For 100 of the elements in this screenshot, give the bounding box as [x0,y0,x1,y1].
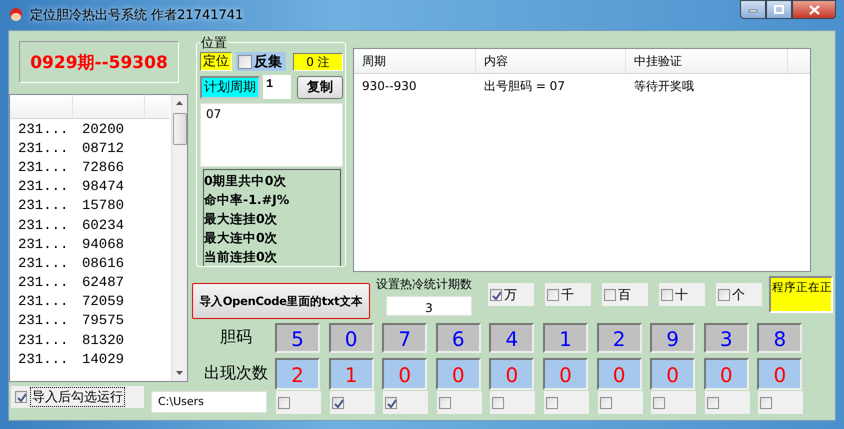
stat-text: 命中率-1.#J% [204,191,290,209]
period-cell-text: 231... [18,160,70,176]
count-cell: 0 [650,358,696,390]
table-cell-text: 出号胆码 = 07 [483,78,566,94]
code-label: 胆码 [219,327,253,348]
period-cell-text: 231... [18,179,70,196]
count-cell: 0 [704,358,749,390]
close-button[interactable] [792,0,836,19]
periods-label: 设置热冷统计期数 [376,276,472,293]
mode-label: 定位 [200,52,232,71]
code-cell: 6 [436,322,481,352]
output-textbox[interactable]: 07 [200,103,343,167]
number-cell: 08712 [82,140,124,157]
select-checkbox[interactable] [704,391,750,414]
app-icon [8,7,24,23]
scrollbar[interactable] [171,95,187,381]
period-cell-text: 231... [18,218,70,234]
period-cell-text: 231... [18,140,70,157]
path-field[interactable]: C:\Users [151,391,267,413]
select-checkbox[interactable] [490,391,536,414]
number-cell: 98474 [82,179,124,196]
select-checkbox[interactable] [598,391,643,414]
minimize-button[interactable] [740,0,766,19]
column-header[interactable]: 中挂验证 [626,49,788,73]
position-checkbox[interactable]: 个 [716,283,762,306]
position-checkbox[interactable]: 千 [545,283,591,306]
check-icon [491,290,501,300]
stat-text: 最大连挂0次 [204,210,279,228]
code-cell: 1 [542,322,588,352]
number-cell: 72866 [82,160,124,176]
position-checkbox[interactable]: 万 [488,283,534,306]
history-list[interactable]: 231... 20200 231... 08712 231... 72866 231... 98474 231... 15780 231... 60234 231... 94068 231... 08616 231... 62487 231... 72059 231... 79575 231... 81320 231... 14029 [9,94,188,382]
scroll-down-icon[interactable] [176,371,183,375]
number-cell: 15780 [82,198,124,214]
number-cell: 81320 [82,332,124,349]
period-cell-text: 231... [18,256,70,272]
count-cell: 1 [328,358,374,390]
number-cell: 62487 [82,275,124,292]
table-cell-text: 等待开奖哦 [633,78,695,94]
select-checkbox[interactable] [758,391,804,414]
code-cell: 8 [757,322,802,352]
check-icon [386,398,396,408]
number-cell: 94068 [82,236,124,253]
count-label: 出现次数 [203,363,269,384]
select-checkbox[interactable] [651,391,696,414]
position-checkbox[interactable]: 百 [602,283,648,306]
column-header[interactable]: 周期 [354,49,476,73]
table-cell-text: 930--930 [361,79,418,93]
number-cell: 08616 [82,256,124,272]
check-icon [16,392,26,402]
count-cell: 0 [542,358,588,390]
count-cell: 0 [596,358,642,390]
reverse-checkbox[interactable]: 反集 [236,52,286,71]
code-cell: 5 [275,322,320,352]
select-checkbox[interactable] [330,391,375,414]
code-cell: 0 [328,322,374,352]
select-checkbox[interactable] [436,391,482,414]
stat-text: 最大连中0次 [204,229,279,247]
number-cell: 60234 [82,218,124,234]
code-cell: 7 [382,322,428,352]
minimize-icon [748,6,758,12]
plan-label: 计划周期 [200,76,260,99]
code-cell: 4 [489,322,534,352]
period-cell-text: 231... [18,313,70,330]
code-cell: 9 [650,322,696,352]
number-cell: 72059 [82,294,124,310]
column-header[interactable]: 内容 [476,49,626,73]
count-cell: 0 [436,358,481,390]
period-cell-text: 231... [18,198,70,214]
auto-run-checkbox[interactable]: 导入后勾选运行 [11,386,144,408]
code-cell: 2 [596,322,642,352]
result-display: 0929期--59308 [19,41,179,83]
periods-input[interactable]: 3 [386,296,472,316]
count-cell: 0 [489,358,534,390]
count-cell: 0 [757,358,802,390]
scroll-up-icon[interactable] [176,101,183,105]
select-checkbox[interactable] [544,391,589,414]
copy-button[interactable]: 复制 [297,76,343,99]
select-checkbox[interactable] [383,391,428,414]
group-title: 位置 [200,34,228,52]
period-cell-text: 231... [18,352,70,368]
number-cell: 79575 [82,313,124,330]
select-checkbox[interactable] [276,391,321,414]
plan-input[interactable]: 1 [263,75,291,100]
code-cell: 3 [704,322,749,352]
number-cell: 14029 [82,352,124,368]
number-cell: 20200 [82,122,124,138]
count-display: 0 注 [293,52,343,70]
window-title: 定位胆冷热出号系统 作者21741741 [30,7,244,24]
period-cell-text: 231... [18,275,70,292]
count-cell: 0 [382,358,428,390]
check-icon [332,398,343,408]
import-button[interactable]: 导入OpenCode里面的txt文本 [192,283,370,319]
position-checkbox[interactable]: 十 [659,283,705,306]
maximize-button[interactable] [766,0,792,19]
count-cell: 2 [275,358,320,390]
close-icon [808,4,820,14]
period-cell-text: 231... [18,332,70,349]
stat-text: 0期里共中0次 [204,172,288,190]
scroll-thumb[interactable] [172,113,186,145]
